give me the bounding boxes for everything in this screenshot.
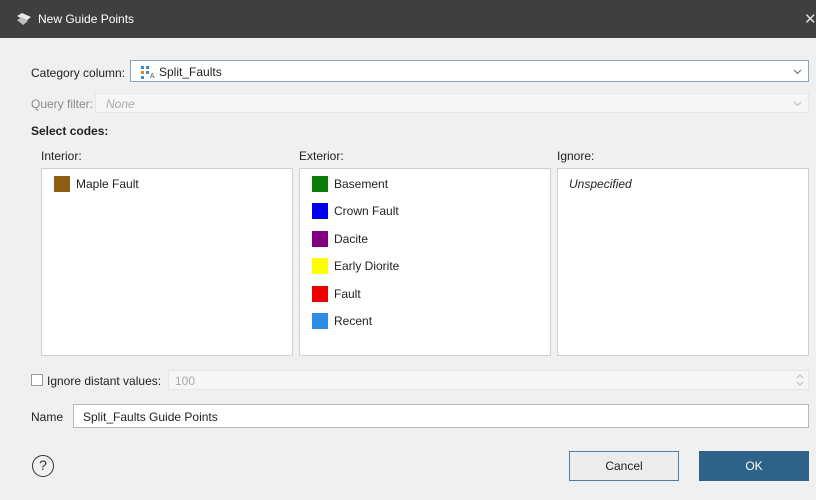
- query-filter-label: Query filter:: [31, 97, 94, 111]
- list-item-label: Fault: [334, 287, 361, 301]
- color-swatch: [312, 203, 328, 219]
- ignore-distant-label: Ignore distant values:: [47, 374, 162, 388]
- help-icon[interactable]: ?: [32, 455, 54, 477]
- exterior-label: Exterior:: [299, 149, 344, 163]
- exterior-list[interactable]: Basement Crown Fault Dacite Early Diorit…: [299, 168, 551, 356]
- title-bar: New Guide Points ✕: [0, 0, 816, 38]
- category-column-select[interactable]: A Split_Faults: [130, 60, 809, 82]
- color-swatch: [312, 258, 328, 274]
- query-filter-placeholder: None: [106, 97, 135, 111]
- interior-label: Interior:: [41, 149, 82, 163]
- close-icon[interactable]: ✕: [804, 10, 816, 28]
- cancel-button-label: Cancel: [605, 459, 643, 473]
- color-swatch: [312, 286, 328, 302]
- ignore-distant-checkbox[interactable]: [31, 374, 43, 386]
- interior-list[interactable]: Maple Fault: [41, 168, 293, 356]
- list-item-label: Recent: [334, 314, 373, 328]
- distant-value-input[interactable]: 100: [168, 370, 809, 390]
- ok-button-label: OK: [745, 459, 763, 473]
- name-value: Split_Faults Guide Points: [83, 410, 218, 424]
- color-swatch: [312, 231, 328, 247]
- name-field[interactable]: Split_Faults Guide Points: [73, 404, 809, 428]
- name-label: Name: [31, 410, 64, 424]
- ok-button[interactable]: OK: [699, 451, 809, 481]
- color-swatch: [54, 176, 70, 192]
- chevron-down-icon: [793, 69, 802, 75]
- category-column-value: Split_Faults: [159, 65, 222, 79]
- query-filter-select[interactable]: None: [95, 93, 809, 113]
- list-item-label: Crown Fault: [334, 204, 399, 218]
- color-swatch: [312, 313, 328, 329]
- cancel-button[interactable]: Cancel: [569, 451, 679, 481]
- list-item[interactable]: Unspecified: [569, 177, 632, 191]
- list-item-label: Basement: [334, 177, 389, 191]
- spinner-icon: [796, 374, 804, 386]
- list-item-label: Dacite: [334, 232, 369, 246]
- window-title: New Guide Points: [38, 12, 135, 26]
- list-item-label: Maple Fault: [76, 177, 139, 191]
- category-column-label: Category column:: [31, 66, 126, 80]
- category-column-icon: A: [141, 66, 155, 79]
- select-codes-heading: Select codes:: [31, 124, 109, 138]
- ignore-label: Ignore:: [557, 149, 595, 163]
- distant-value: 100: [175, 374, 196, 388]
- ignore-list[interactable]: Unspecified: [557, 168, 809, 356]
- chevron-down-icon: [793, 101, 802, 107]
- svg-text:A: A: [150, 73, 155, 79]
- list-item-label: Early Diorite: [334, 259, 400, 273]
- color-swatch: [312, 176, 328, 192]
- app-icon: [17, 13, 31, 25]
